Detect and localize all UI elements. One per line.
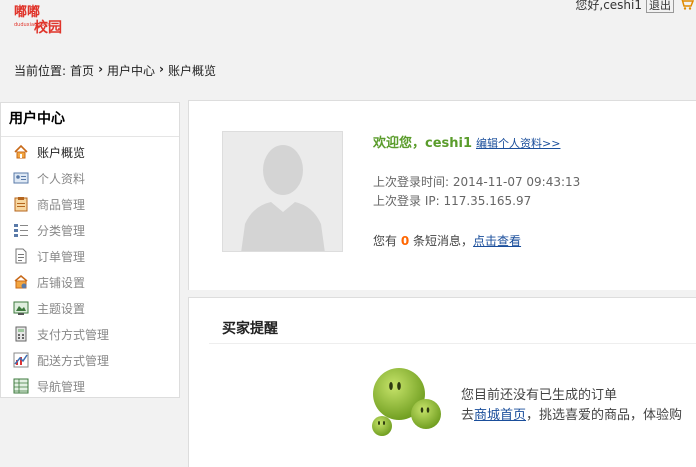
- sidebar-item-label: 账户概览: [37, 145, 86, 160]
- sidebar-item-payment[interactable]: 支付方式管理: [1, 321, 179, 347]
- id-card-icon: [13, 172, 29, 184]
- sidebar-item-delivery[interactable]: 配送方式管理: [1, 347, 179, 373]
- sidebar-item-profile[interactable]: 个人资料: [1, 165, 179, 191]
- message-notice: 您有 0 条短消息，点击查看: [373, 232, 521, 249]
- sidebar-item-label: 分类管理: [37, 223, 86, 238]
- sidebar-item-account-overview[interactable]: 账户概览: [1, 139, 179, 165]
- message-suffix: 条短消息，: [413, 234, 474, 248]
- buyer-reminder-panel: 买家提醒 您目前还没有已生成的订单 去商城首页，挑选喜爱的商品，体验购: [188, 297, 696, 467]
- breadcrumb-home[interactable]: 首页: [70, 62, 94, 79]
- breadcrumb-user-center[interactable]: 用户中心: [107, 62, 155, 79]
- sidebar-item-label: 主题设置: [37, 301, 86, 316]
- calculator-icon: [15, 326, 27, 342]
- logout-link[interactable]: 退出: [646, 0, 674, 13]
- sidebar-item-label: 订单管理: [37, 249, 86, 264]
- clipboard-icon: [14, 197, 28, 212]
- edit-profile-link[interactable]: 编辑个人资料>>: [476, 137, 560, 150]
- sidebar-item-label: 店铺设置: [37, 275, 86, 290]
- sidebar-item-theme-settings[interactable]: 主题设置: [1, 295, 179, 321]
- cart-icon[interactable]: [678, 0, 694, 10]
- green-mascot-icon: [372, 368, 441, 436]
- sidebar-item-label: 支付方式管理: [37, 327, 110, 342]
- top-bar: 嘟嘟 校园 duduxiao.com 您好,ceshi1 退出: [0, 0, 696, 44]
- suggestion-prefix: 去: [461, 408, 475, 423]
- document-icon: [15, 248, 27, 264]
- home-icon: [14, 144, 28, 159]
- sidebar-item-label: 商品管理: [37, 197, 86, 212]
- shop-icon: [14, 275, 28, 289]
- breadcrumb-separator: ›: [98, 62, 104, 76]
- user-area: 您好,ceshi1 退出: [575, 0, 674, 13]
- sidebar-item-goods[interactable]: 商品管理: [1, 191, 179, 217]
- divider: [209, 343, 696, 344]
- grid-icon: [13, 378, 29, 394]
- mall-home-link[interactable]: 商城首页: [474, 408, 526, 423]
- sidebar-item-category[interactable]: 分类管理: [1, 217, 179, 243]
- sidebar-item-label: 个人资料: [37, 171, 86, 186]
- sidebar-title: 用户中心: [1, 103, 179, 137]
- sidebar-item-label: 配送方式管理: [37, 353, 110, 368]
- message-prefix: 您有: [373, 234, 398, 248]
- last-login-time: 上次登录时间: 2014-11-07 09:43:13: [373, 175, 581, 189]
- site-logo[interactable]: 嘟嘟 校园 duduxiao.com: [12, 2, 68, 36]
- user-greeting: 您好,ceshi1: [575, 0, 642, 12]
- sidebar-item-shop-settings[interactable]: 店铺设置: [1, 269, 179, 295]
- no-orders-text: 您目前还没有已生成的订单: [461, 388, 618, 403]
- user-silhouette-icon: [223, 132, 342, 251]
- avatar: [222, 131, 343, 252]
- sidebar: 用户中心 账户概览 个人资料 商品管理 分类管理 订单管理 店铺设置 主题设置: [0, 102, 180, 398]
- shop-suggestion: 去商城首页，挑选喜爱的商品，体验购: [461, 404, 682, 423]
- breadcrumb: 当前位置: 首页 › 用户中心 › 账户概览: [14, 62, 216, 79]
- suggestion-suffix: ，挑选喜爱的商品，体验购: [526, 408, 683, 423]
- breadcrumb-separator: ›: [159, 62, 164, 76]
- buyer-reminder-title: 买家提醒: [222, 321, 278, 337]
- chart-icon: [13, 352, 29, 368]
- theme-icon: [13, 301, 29, 315]
- list-icon: [14, 224, 28, 237]
- view-messages-link[interactable]: 点击查看: [473, 234, 521, 248]
- sidebar-item-navigation[interactable]: 导航管理: [1, 373, 179, 399]
- sidebar-item-orders[interactable]: 订单管理: [1, 243, 179, 269]
- account-overview-panel: 欢迎您，ceshi1 编辑个人资料>> 上次登录时间: 2014-11-07 09…: [188, 100, 696, 290]
- welcome-text: 欢迎您，ceshi1: [373, 136, 473, 151]
- breadcrumb-prefix: 当前位置:: [14, 64, 67, 78]
- breadcrumb-current: 账户概览: [167, 64, 216, 78]
- sidebar-item-label: 导航管理: [37, 379, 86, 394]
- svg-text:嘟嘟: 嘟嘟: [14, 4, 40, 20]
- svg-text:duduxiao.com: duduxiao.com: [14, 22, 49, 28]
- message-count: 0: [400, 234, 410, 248]
- last-login-ip: 上次登录 IP: 117.35.165.97: [373, 194, 532, 208]
- welcome-line: 欢迎您，ceshi1 编辑个人资料>>: [373, 132, 560, 151]
- sidebar-menu: 账户概览 个人资料 商品管理 分类管理 订单管理 店铺设置 主题设置 支付方式管…: [1, 137, 179, 399]
